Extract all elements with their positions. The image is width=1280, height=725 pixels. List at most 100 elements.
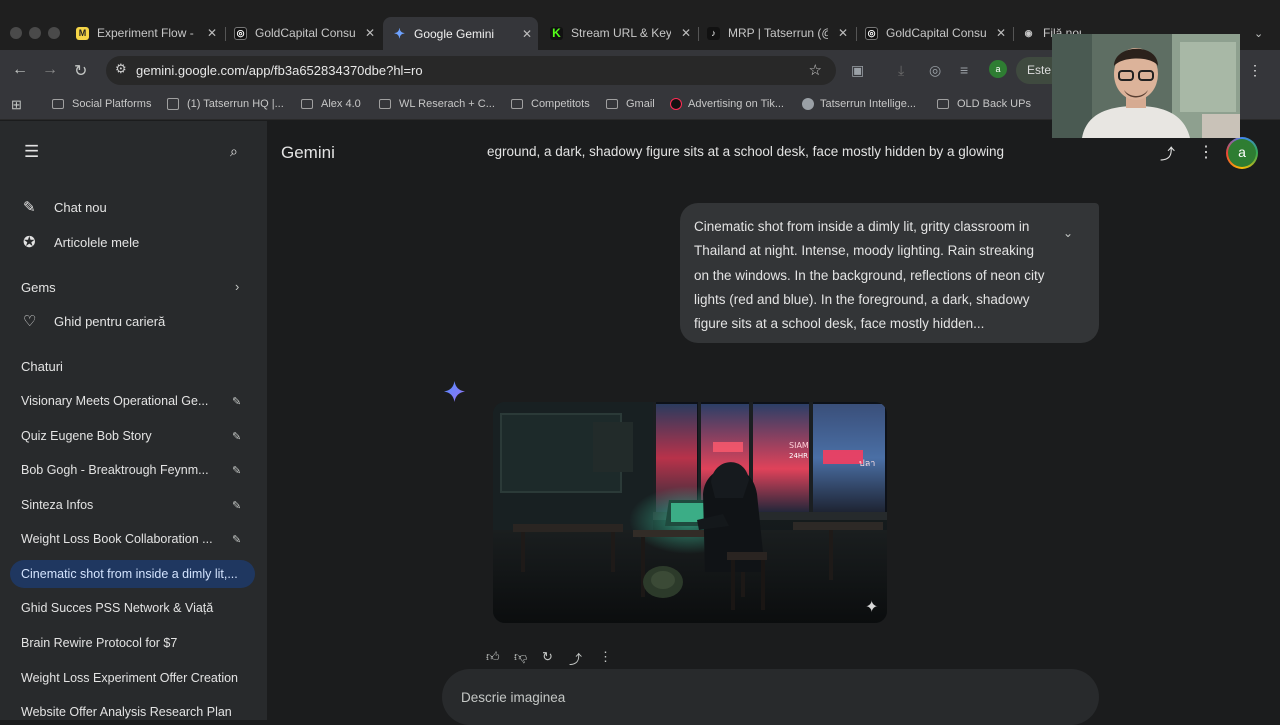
browser-tab[interactable]: ◎ GoldCapital Consult ✕ — [234, 21, 375, 45]
apps-grid-icon[interactable]: ⊞ — [11, 97, 22, 113]
browser-menu-icon[interactable]: ⋮ — [1248, 62, 1262, 79]
pin-icon[interactable]: ✎ — [232, 499, 241, 512]
gemini-sidebar — [0, 121, 267, 720]
new-chat-button[interactable]: Chat nou — [54, 200, 107, 215]
classroom-scene: SIAM 24HR ปลา ✦ — [493, 402, 887, 623]
browser-tab[interactable]: M Experiment Flow - M ✕ — [76, 21, 217, 45]
tab-title: GoldCapital Consult — [255, 26, 355, 40]
bookmark-item[interactable]: Gmail — [606, 98, 655, 110]
tab-title: Google Gemini — [414, 26, 495, 41]
tab-divider — [856, 27, 857, 41]
chat-item[interactable]: Weight Loss Experiment Offer Creation — [21, 671, 261, 685]
bookmark-star-icon[interactable]: ☆ — [809, 61, 822, 79]
chat-item[interactable]: Weight Loss Book Collaboration ... — [21, 532, 221, 546]
site-settings-icon[interactable]: ⚙ — [115, 61, 127, 77]
tab-close-icon[interactable]: ✕ — [207, 26, 217, 40]
pin-icon[interactable]: ✎ — [232, 430, 241, 443]
share-response-icon[interactable]: ⤴ — [569, 649, 582, 668]
gems-header[interactable]: Gems — [21, 280, 56, 295]
tiktok-favicon-icon: ♪ — [707, 26, 720, 40]
tab-close-icon[interactable]: ✕ — [996, 26, 1006, 40]
share-icon[interactable]: ⤴ — [1160, 143, 1175, 164]
bookmark-item[interactable]: OLD Back UPs — [937, 98, 1031, 110]
bookmark-label: Alex 4.0 — [321, 98, 361, 110]
tab-title: Experiment Flow - M — [97, 26, 197, 40]
pin-icon[interactable]: ✎ — [232, 395, 241, 408]
my-articles-link[interactable]: Articolele mele — [54, 235, 139, 250]
profile-avatar-small[interactable]: a — [989, 60, 1007, 78]
search-icon[interactable]: ⌕ — [230, 143, 238, 160]
expand-chevron-icon[interactable]: ⌄ — [1063, 221, 1073, 245]
bookmark-item[interactable]: Tatserrun Intellige... — [802, 98, 916, 110]
pin-icon[interactable]: ✎ — [232, 464, 241, 477]
back-arrow-icon[interactable]: ← — [12, 61, 28, 79]
maximize-window-button[interactable] — [48, 27, 60, 39]
gem-item[interactable]: Ghid pentru carieră — [54, 314, 165, 329]
tab-close-icon[interactable]: ✕ — [838, 26, 848, 40]
chevron-right-icon[interactable]: › — [235, 279, 239, 294]
bookmark-item[interactable]: Advertising on Tik... — [670, 98, 784, 110]
bookmark-item[interactable]: WL Reserach + C... — [379, 98, 495, 110]
profile-chip[interactable]: Este — [1016, 57, 1056, 84]
extensions-icon[interactable]: ▣ — [851, 62, 864, 79]
bookmark-item[interactable]: (1) Tatserrun HQ |... — [167, 98, 284, 110]
bookmark-label: OLD Back UPs — [957, 98, 1031, 110]
browser-tab[interactable]: ♪ MRP | Tatserrun (@ ✕ — [707, 21, 848, 45]
folder-icon — [379, 99, 391, 109]
chat-item[interactable]: Brain Rewire Protocol for $7 — [21, 636, 261, 650]
tiktok-icon — [670, 98, 682, 110]
browser-tab[interactable]: ◎ GoldCapital Consult ✕ — [865, 21, 1006, 45]
chat-item[interactable]: Visionary Meets Operational Ge... — [21, 394, 221, 408]
minimize-window-button[interactable] — [29, 27, 41, 39]
bookmark-item[interactable]: Alex 4.0 — [301, 98, 361, 110]
bookmark-label: (1) Tatserrun HQ |... — [187, 98, 284, 110]
generated-image[interactable]: SIAM 24HR ปลา ✦ — [493, 402, 887, 623]
bookmark-item[interactable]: Social Platforms — [52, 98, 151, 110]
close-window-button[interactable] — [10, 27, 22, 39]
tab-search-chevron-icon[interactable]: ⌄ — [1254, 27, 1263, 40]
regenerate-icon[interactable]: ↻ — [542, 649, 553, 665]
neon-sign-text: SIAM — [789, 441, 809, 450]
tab-close-icon[interactable]: ✕ — [681, 26, 691, 40]
webcam-overlay — [1052, 34, 1240, 138]
gemini-brand-title[interactable]: Gemini — [281, 143, 335, 163]
folder-icon — [606, 99, 618, 109]
extension-icon[interactable]: ◎ — [929, 62, 941, 79]
menu-hamburger-icon[interactable]: ☰ — [24, 142, 39, 162]
chat-item[interactable]: Sinteza Infos — [21, 498, 221, 512]
more-actions-icon[interactable]: ⋮ — [599, 649, 612, 665]
prompt-placeholder[interactable]: Descrie imaginea — [461, 690, 565, 705]
thumbs-down-icon[interactable]: 👎︎ — [514, 649, 527, 665]
window-controls[interactable] — [10, 27, 60, 39]
gemini-favicon-icon: ✦ — [394, 25, 405, 41]
prompt-input-box[interactable]: Descrie imaginea — [442, 669, 1099, 725]
download-icon[interactable]: ⤓ — [898, 62, 904, 79]
pin-icon[interactable]: ✎ — [232, 533, 241, 546]
conversation-title: eground, a dark, shadowy figure sits at … — [487, 144, 1043, 159]
thumbs-up-icon[interactable]: 👍︎ — [486, 649, 500, 665]
address-bar[interactable]: ⚙ gemini.google.com/app/fb3a652834370dbe… — [106, 56, 836, 85]
bookmark-item[interactable]: Competitots — [511, 98, 590, 110]
browser-tab-active[interactable]: ✦ Google Gemini ✕ — [383, 17, 538, 50]
chat-item[interactable]: Bob Gogh - Breaktrough Feynm... — [21, 463, 221, 477]
chat-item[interactable]: Website Offer Analysis Research Plan — [21, 705, 261, 719]
forward-arrow-icon[interactable]: → — [42, 61, 58, 79]
chat-item-active[interactable]: Cinematic shot from inside a dimly lit,.… — [21, 567, 249, 581]
articles-icon: ✪ — [23, 234, 36, 251]
playlist-icon[interactable]: ≡ — [960, 62, 968, 78]
neon-sign-text: 24HR — [789, 452, 808, 460]
browser-tab[interactable]: K Stream URL & Key ✕ — [550, 21, 691, 45]
chat-item[interactable]: Quiz Eugene Bob Story — [21, 429, 221, 443]
conversation-title-text: eground, a dark, shadowy figure sits at … — [487, 144, 1005, 159]
chat-item[interactable]: Ghid Succes PSS Network & Viață — [21, 601, 261, 615]
tab-close-icon[interactable]: ✕ — [365, 26, 375, 40]
folder-icon — [511, 99, 523, 109]
more-options-icon[interactable]: ⋮ — [1198, 142, 1214, 162]
tab-divider — [1013, 27, 1014, 41]
account-avatar[interactable]: a — [1226, 137, 1258, 169]
reload-icon[interactable]: ↻ — [74, 61, 87, 81]
tab-close-icon[interactable]: ✕ — [522, 27, 532, 41]
gemini-spark-icon — [444, 381, 465, 402]
address-url[interactable]: gemini.google.com/app/fb3a652834370dbe?h… — [136, 63, 423, 78]
bookmark-label: WL Reserach + C... — [399, 98, 495, 110]
